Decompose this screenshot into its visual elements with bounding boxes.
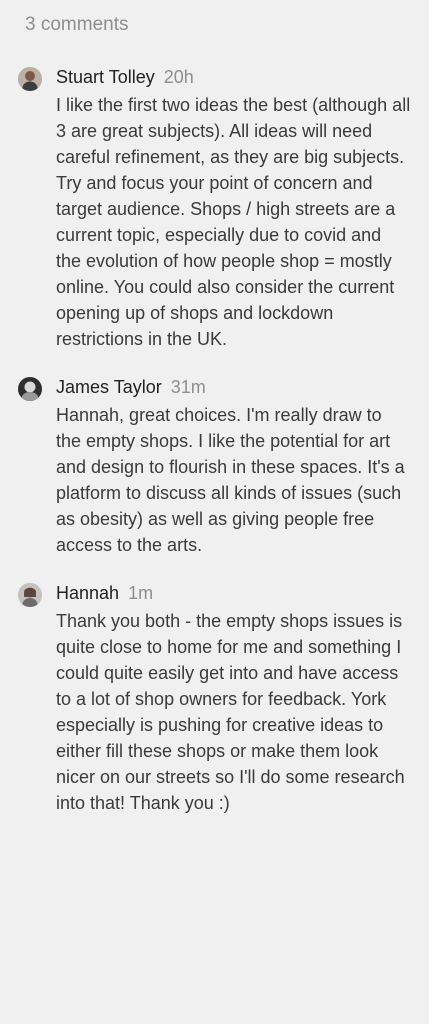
comment-header: Hannah 1m	[56, 580, 411, 606]
comments-section: 3 comments Stuart Tolley 20h I like the …	[0, 0, 429, 816]
comment-time: 31m	[170, 377, 206, 397]
avatar[interactable]	[18, 583, 42, 607]
comment-text: I like the first two ideas the best (alt…	[56, 95, 411, 349]
comment-text: Thank you both - the empty shops issues …	[56, 611, 405, 813]
user-photo-icon	[18, 583, 42, 607]
comment-time: 1m	[128, 583, 154, 603]
comment-author[interactable]: James Taylor	[56, 377, 162, 397]
avatar[interactable]	[18, 67, 42, 91]
comments-count: 3 comments	[25, 14, 129, 35]
comment-author[interactable]: Hannah	[56, 583, 119, 603]
user-photo-icon	[18, 377, 42, 401]
comment-item: James Taylor 31m Hannah, great choices. …	[18, 374, 411, 558]
comment-header: James Taylor 31m	[56, 374, 411, 400]
comment-header: Stuart Tolley 20h	[56, 64, 411, 90]
avatar[interactable]	[18, 377, 42, 401]
comment-item: Hannah 1m Thank you both - the empty sho…	[18, 580, 411, 816]
comment-item: Stuart Tolley 20h I like the first two i…	[18, 64, 411, 352]
comment-author[interactable]: Stuart Tolley	[56, 67, 155, 87]
user-photo-icon	[18, 67, 42, 91]
comment-text: Hannah, great choices. I'm really draw t…	[56, 405, 405, 555]
comment-time: 20h	[163, 67, 194, 87]
